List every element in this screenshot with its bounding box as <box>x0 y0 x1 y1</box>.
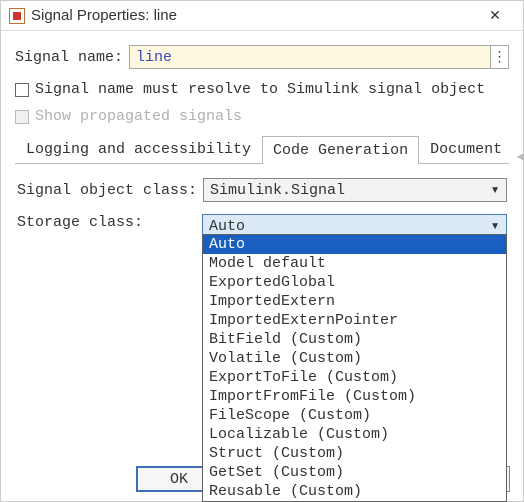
storage-class-option[interactable]: GetSet (Custom) <box>203 463 506 482</box>
signal-name-label: Signal name: <box>15 49 129 66</box>
storage-class-option[interactable]: Struct (Custom) <box>203 444 506 463</box>
signal-name-more-button[interactable]: ⋮ <box>491 45 509 69</box>
storage-class-option[interactable]: ImportFromFile (Custom) <box>203 387 506 406</box>
propagated-checkbox <box>15 110 29 124</box>
signal-object-class-value: Simulink.Signal <box>210 182 345 199</box>
tab-bar: Logging and accessibility Code Generatio… <box>15 135 509 164</box>
storage-class-option[interactable]: Auto <box>203 235 506 254</box>
storage-class-option[interactable]: FileScope (Custom) <box>203 406 506 425</box>
app-icon <box>9 8 25 24</box>
chevron-down-icon: ▼ <box>490 185 500 196</box>
storage-class-option[interactable]: ImportedExternPointer <box>203 311 506 330</box>
signal-object-class-select[interactable]: Simulink.Signal ▼ <box>203 178 507 202</box>
storage-class-option[interactable]: ImportedExtern <box>203 292 506 311</box>
storage-class-option[interactable]: Model default <box>203 254 506 273</box>
storage-class-value: Auto <box>209 218 245 235</box>
signal-object-class-label: Signal object class: <box>17 182 203 199</box>
storage-class-option[interactable]: ExportedGlobal <box>203 273 506 292</box>
tab-documentation[interactable]: Document <box>419 135 513 163</box>
storage-class-option[interactable]: Reusable (Custom) <box>203 482 506 501</box>
propagated-checkbox-label: Show propagated signals <box>35 108 242 125</box>
close-button[interactable]: ✕ <box>475 4 515 28</box>
storage-class-option[interactable]: Localizable (Custom) <box>203 425 506 444</box>
tab-logging[interactable]: Logging and accessibility <box>15 135 262 163</box>
resolve-checkbox[interactable] <box>15 83 29 97</box>
signal-name-input[interactable] <box>129 45 491 69</box>
storage-class-dropdown[interactable]: AutoModel defaultExportedGlobalImportedE… <box>202 234 507 502</box>
storage-class-option[interactable]: BitField (Custom) <box>203 330 506 349</box>
window-title: Signal Properties: line <box>31 7 177 24</box>
storage-class-option[interactable]: ExportToFile (Custom) <box>203 368 506 387</box>
storage-class-label: Storage class: <box>17 214 202 231</box>
chevron-down-icon: ▼ <box>490 221 500 232</box>
tab-scroll-left-icon[interactable]: ◀ <box>513 149 524 163</box>
resolve-checkbox-label: Signal name must resolve to Simulink sig… <box>35 81 485 98</box>
storage-class-option[interactable]: Volatile (Custom) <box>203 349 506 368</box>
tab-code-generation[interactable]: Code Generation <box>262 136 419 164</box>
